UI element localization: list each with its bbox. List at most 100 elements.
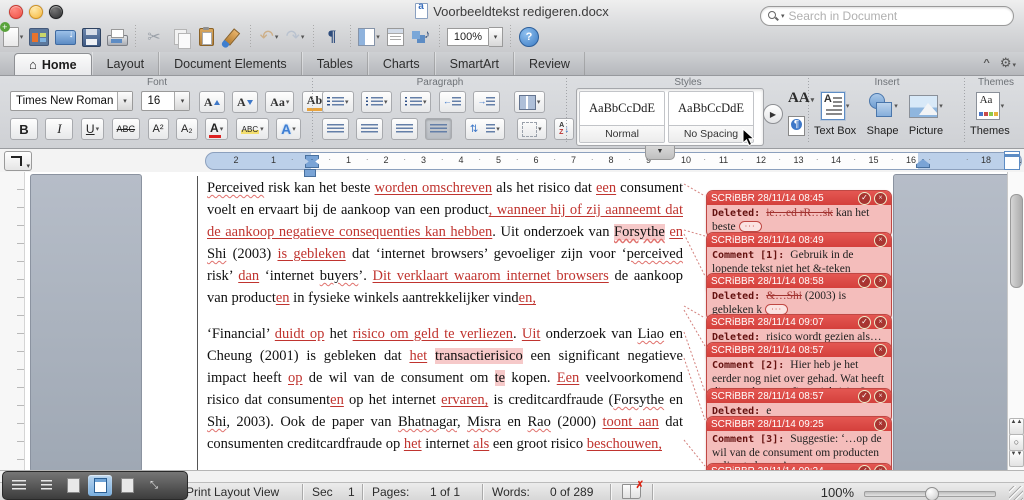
section-label[interactable]: Sec [312, 485, 333, 499]
pages-value[interactable]: 1 of 1 [430, 485, 460, 499]
publishing-layout-view-button[interactable] [61, 475, 85, 496]
full-screen-view-button[interactable]: ⤡ [142, 475, 166, 496]
cut-button[interactable]: ✂ [141, 24, 167, 50]
zoom-combo[interactable]: 100%▾ [447, 27, 503, 47]
strikethrough-button[interactable]: ABC [112, 118, 141, 140]
style-card-normal[interactable]: AaBbCcDdENormal [579, 91, 665, 143]
font-color-button[interactable]: A▾ [205, 118, 228, 140]
tab-layout[interactable]: Layout [92, 52, 160, 75]
left-indent-marker[interactable] [305, 159, 319, 168]
words-value[interactable]: 0 of 289 [550, 485, 593, 499]
subscript-button[interactable]: A₂ [176, 118, 198, 140]
reject-change-icon[interactable]: × [874, 390, 887, 403]
help-button[interactable]: ? [516, 24, 542, 50]
vertical-scrollbar-thumb[interactable] [1010, 194, 1023, 288]
ruler-toggle-icon[interactable] [1004, 151, 1020, 170]
decrease-indent-button[interactable]: ← [439, 91, 466, 113]
align-right-button[interactable] [391, 118, 418, 140]
tab-review[interactable]: Review [514, 52, 585, 75]
font-name-combo[interactable]: Times New Roman▾ [10, 91, 133, 111]
previous-page-button[interactable]: ▲▲ [1009, 418, 1024, 435]
document-gallery-button[interactable] [26, 24, 52, 50]
tab-home[interactable]: ⌂Home [14, 53, 92, 75]
change-case-button[interactable]: Aa▾ [265, 91, 294, 113]
vertical-scrollbar[interactable]: ▲▲ ○ ▼▼ [1007, 172, 1024, 470]
accept-change-icon[interactable]: ✓ [858, 316, 871, 329]
new-document-button[interactable]: ▾ [0, 24, 26, 50]
comment-bubble-deleted[interactable]: SCRiBBR 28/11/14 09:24✓× [706, 463, 892, 470]
tab-stop-selector[interactable] [4, 151, 32, 171]
document-area[interactable]: Perceived risk kan het beste worden omsc… [0, 172, 1024, 470]
reject-change-icon[interactable]: × [874, 344, 887, 357]
bullets-button[interactable]: ▾ [322, 91, 354, 113]
font-size-combo[interactable]: 16▾ [141, 91, 190, 111]
next-page-button[interactable]: ▼▼ [1009, 450, 1024, 467]
print-layout-view-button[interactable] [88, 475, 112, 496]
zoom-slider-thumb[interactable] [925, 487, 939, 500]
tab-smartart[interactable]: SmartArt [435, 52, 514, 75]
reject-change-icon[interactable]: × [874, 418, 887, 431]
paragraph[interactable]: Perceived risk kan het beste worden omsc… [207, 177, 683, 309]
reject-change-icon[interactable]: × [874, 275, 887, 288]
expand-ellipsis-button[interactable]: ··· [739, 221, 762, 232]
accept-change-icon[interactable]: ✓ [858, 275, 871, 288]
comment-bubble-comment[interactable]: SCRiBBR 28/11/14 09:25×Comment [3]: Sugg… [706, 416, 892, 470]
accept-change-icon[interactable]: ✓ [858, 192, 871, 205]
numbering-button[interactable]: ▾ [361, 91, 393, 113]
columns-button[interactable]: ▾ [514, 91, 546, 113]
draft-view-button[interactable] [7, 475, 31, 496]
undo-button[interactable]: ↶▾ [256, 24, 282, 50]
text-effects-button[interactable]: A▾ [276, 118, 301, 140]
styles-gallery-next-button[interactable]: ▶ [763, 104, 783, 124]
paste-button[interactable] [193, 24, 219, 50]
horizontal-ruler[interactable]: 21123456789101112131415161819···········… [205, 152, 1022, 170]
insert-text-box-button[interactable]: ▾Text Box [814, 89, 856, 137]
align-left-button[interactable] [322, 118, 349, 140]
hanging-indent-marker[interactable] [304, 169, 316, 177]
manage-styles-button[interactable] [788, 116, 805, 136]
redo-button[interactable]: ↷▾ [282, 24, 308, 50]
reject-change-icon[interactable]: × [874, 316, 887, 329]
pages-label[interactable]: Pages: [372, 485, 409, 499]
page-layout-view-button[interactable]: ▾ [356, 24, 382, 50]
notebook-layout-view-button[interactable] [115, 475, 139, 496]
justify-button[interactable] [425, 118, 452, 140]
borders-button[interactable]: ▾ [517, 118, 547, 140]
underline-button[interactable]: U▾ [81, 118, 104, 140]
window-resize-grip[interactable] [1009, 486, 1023, 500]
shrink-font-button[interactable]: A [232, 91, 258, 113]
line-spacing-button[interactable]: ⇅▾ [465, 118, 505, 140]
italic-button[interactable]: I [45, 118, 73, 140]
open-button[interactable] [52, 24, 78, 50]
ribbon-settings-button[interactable]: ⚙▾ [1000, 55, 1016, 71]
paragraph[interactable]: ‘Financial’ duidt op het risico om geld … [207, 323, 683, 455]
words-label[interactable]: Words: [492, 485, 530, 499]
copy-button[interactable] [167, 24, 193, 50]
save-button[interactable] [78, 24, 104, 50]
superscript-button[interactable]: A² [148, 118, 169, 140]
expand-ellipsis-button[interactable]: ··· [765, 304, 788, 315]
tab-charts[interactable]: Charts [368, 52, 435, 75]
increase-indent-button[interactable]: → [473, 91, 500, 113]
media-browser-button[interactable] [408, 24, 434, 50]
show-toolbox-button[interactable] [382, 24, 408, 50]
reject-change-icon[interactable]: × [874, 234, 887, 247]
search-field[interactable]: ▾ Search in Document [760, 6, 1014, 26]
comment-bubble-deleted[interactable]: SCRiBBR 28/11/14 08:45✓×Deleted: ie…ed r… [706, 190, 892, 238]
spelling-status-icon[interactable] [622, 484, 641, 499]
insert-picture-button[interactable]: ▾Picture [909, 89, 943, 137]
zoom-slider[interactable] [864, 491, 996, 497]
grow-font-button[interactable]: A [199, 91, 225, 113]
collapse-ribbon-button[interactable]: ^ [983, 58, 989, 68]
align-center-button[interactable] [356, 118, 383, 140]
tab-tables[interactable]: Tables [302, 52, 368, 75]
format-painter-button[interactable] [219, 24, 245, 50]
accept-change-icon[interactable]: ✓ [858, 390, 871, 403]
ribbon-collapse-handle[interactable]: ▼ [645, 146, 675, 160]
insert-shape-button[interactable]: ▾Shape [867, 89, 899, 137]
outline-view-button[interactable] [34, 475, 58, 496]
select-browse-object-button[interactable]: ○ [1009, 434, 1024, 451]
print-button[interactable] [104, 24, 130, 50]
document-text[interactable]: Perceived risk kan het beste worden omsc… [207, 177, 683, 470]
change-styles-button[interactable]: AA▾ [788, 90, 814, 107]
